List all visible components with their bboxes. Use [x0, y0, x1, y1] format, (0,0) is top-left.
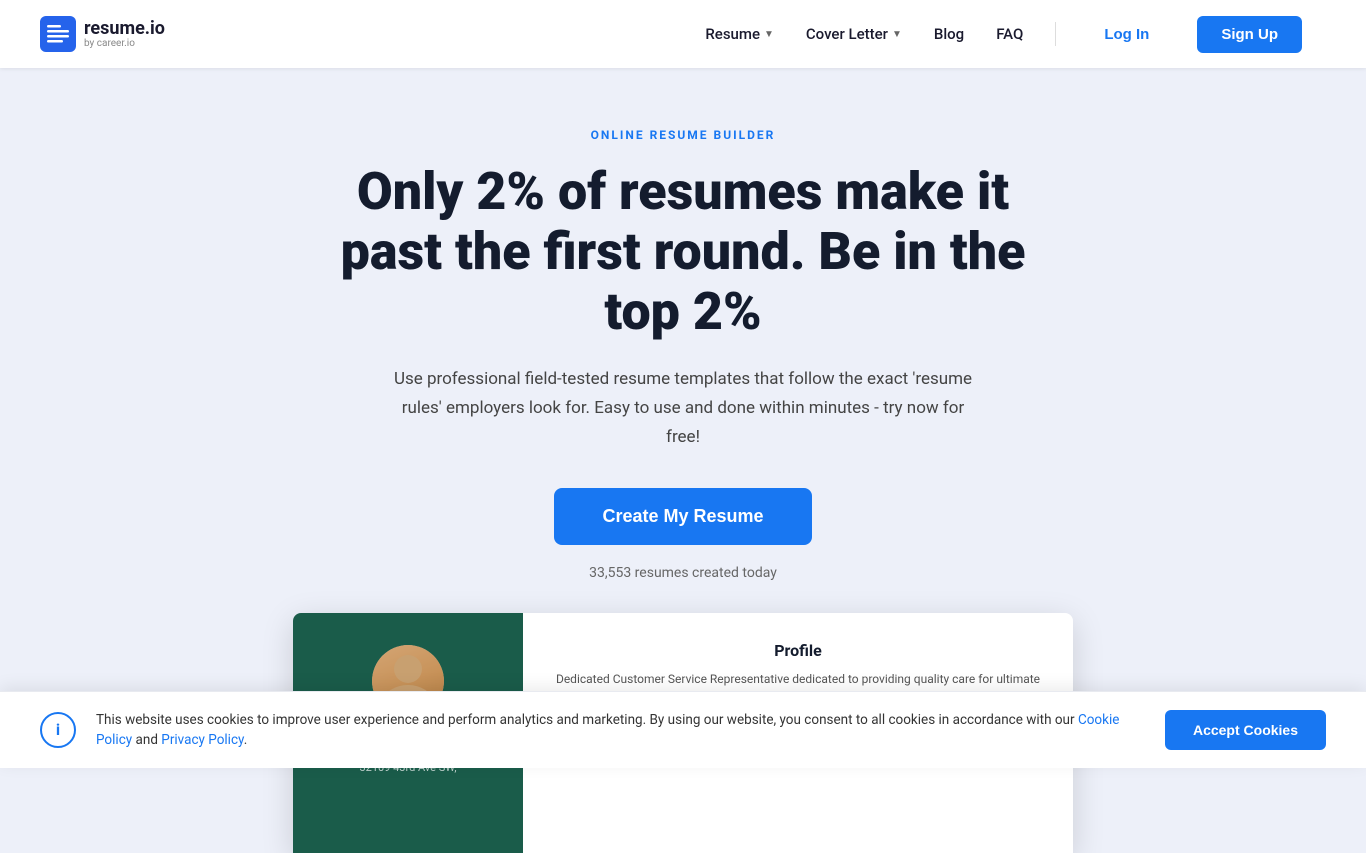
nav-faq[interactable]: FAQ [996, 25, 1023, 43]
hero-subtitle: Use professional field-tested resume tem… [393, 365, 973, 452]
create-resume-button[interactable]: Create My Resume [554, 488, 811, 545]
accept-cookies-button[interactable]: Accept Cookies [1165, 710, 1326, 750]
cookie-banner: i This website uses cookies to improve u… [0, 691, 1366, 769]
info-icon: i [40, 712, 76, 748]
logo-sub-text: by career.io [84, 38, 165, 49]
logo-main-text: resume.io [84, 19, 165, 39]
resume-count: 33,553 resumes created today [20, 565, 1346, 581]
hero-eyebrow: ONLINE RESUME BUILDER [20, 128, 1346, 142]
chevron-down-icon: ▼ [764, 29, 774, 40]
chevron-down-icon: ▼ [892, 29, 902, 40]
login-button[interactable]: Log In [1088, 18, 1165, 51]
nav-resume[interactable]: Resume ▼ [705, 25, 774, 43]
logo[interactable]: resume.io by career.io [40, 16, 165, 52]
nav-divider [1055, 22, 1056, 46]
signup-button[interactable]: Sign Up [1197, 16, 1302, 53]
nav-links: Resume ▼ Cover Letter ▼ Blog FAQ Log In … [705, 16, 1302, 53]
hero-title: Only 2% of resumes make it past the firs… [303, 162, 1063, 341]
cookie-text: This website uses cookies to improve use… [96, 710, 1145, 751]
navbar: resume.io by career.io Resume ▼ Cover Le… [0, 0, 1366, 68]
nav-blog[interactable]: Blog [934, 25, 964, 43]
profile-section-title: Profile [555, 641, 1041, 660]
nav-cover-letter[interactable]: Cover Letter ▼ [806, 25, 902, 43]
privacy-policy-link[interactable]: Privacy Policy [161, 732, 243, 748]
